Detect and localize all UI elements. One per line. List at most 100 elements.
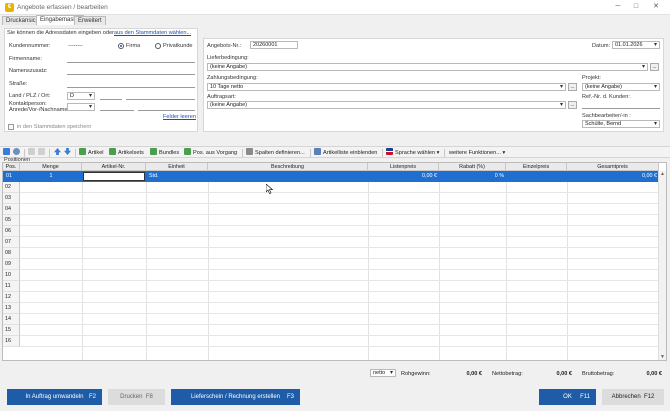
row-1-rabatt[interactable]: 0 % [439,171,504,182]
table-row[interactable]: 16 [3,336,20,347]
nettobetrag-label: Nettobetrag: [492,371,523,377]
abbrechen-button[interactable]: Abbrechen F12 [602,389,664,405]
radio-privatkunde-label: Privatkunde [163,43,193,49]
row-1-einheit[interactable]: Std. [149,171,159,182]
col-header-pos[interactable]: Pos. [3,163,20,171]
row-1-gesamtpreis[interactable]: 0,00 € [567,171,657,182]
table-row[interactable]: 04 [3,204,20,215]
projekt-label: Projekt: [582,75,601,81]
stammdaten-checkbox[interactable] [8,124,14,130]
lieferbedingung-label: Lieferbedingung: [207,55,249,61]
stammdaten-link[interactable]: aus den Stammdaten wählen... [114,30,191,36]
namenszusatz-input[interactable] [67,67,195,75]
land-select[interactable]: D [67,92,95,100]
zahlungsbedingung-label: Zahlungsbedingung: [207,75,258,81]
radio-firma[interactable] [118,43,124,49]
table-row[interactable]: 09 [3,259,20,270]
drucken-button[interactable]: Drucken F8 [108,389,165,405]
ort-input[interactable] [126,92,195,100]
mouse-cursor-icon [266,184,273,194]
angebotsnr-input[interactable]: 20260001 [250,41,298,49]
sachbearbeiter-select[interactable]: Schülte, Bernd [582,120,660,128]
ok-button[interactable]: OK F11 [539,389,596,405]
sachbearbeiter-label: Sachbearbeiter/-in : [582,113,631,119]
lieferbedingung-select[interactable]: (keine Angabe) [207,63,648,71]
close-button[interactable]: ✕ [650,2,662,12]
row-1-pos: 01 [6,173,12,179]
col-header-einzelpreis[interactable]: Einzelpreis [506,163,567,171]
auftragsart-select[interactable]: (keine Angabe) [207,101,566,109]
customer-hint: Sie können die Adressdaten eingeben oder [7,30,114,36]
radio-privatkunde[interactable] [155,43,161,49]
vorgang-icon [184,148,191,155]
felder-leeren-link[interactable]: Felder leeren [163,114,196,120]
lieferschein-rechnung-button[interactable]: Lieferschein / Rechnung erstellen F3 [171,389,300,405]
paste-icon[interactable] [38,148,47,158]
weitere-funktionen-button[interactable]: weitere Funktionen... ▾ [449,148,505,158]
grid-scrollbar[interactable]: ▲ ▼ [658,171,666,360]
sprache-waehlen-button[interactable]: Sprache wählen ▾ [386,148,440,158]
firmenname-input[interactable] [67,55,195,63]
table-row[interactable]: 12 [3,292,20,303]
table-row[interactable]: 14 [3,314,20,325]
refnr-label: Ref.-Nr. d. Kunden: [582,94,630,100]
window-title: Angebote erfassen / bearbeiten [17,4,108,11]
col-header-einheit[interactable]: Einheit [146,163,208,171]
row-1-listenpreis[interactable]: 0,00 € [368,171,437,182]
zahlungsbedingung-more-button[interactable]: ... [568,83,577,91]
table-row[interactable]: 07 [3,237,20,248]
tab-erweitert[interactable]: Erweitert [74,16,106,25]
pos-aus-vorgang-button[interactable]: Pos. aus Vorgang [184,148,237,158]
nettobetrag-value: 0,00 € [556,371,572,377]
col-header-listenpreis[interactable]: Listenpreis [368,163,439,171]
in-auftrag-umwandeln-button[interactable]: In Auftrag umwandeln F2 [7,389,102,405]
table-row[interactable]: 02 [3,182,20,193]
table-row[interactable]: 06 [3,226,20,237]
table-row[interactable]: 08 [3,248,20,259]
artikel-button[interactable]: Artikel [79,148,104,158]
firmenname-label: Firmenname: [9,56,42,62]
auftragsart-label: Auftragsart: [207,94,236,100]
table-row[interactable]: 13 [3,303,20,314]
scroll-down-icon[interactable]: ▼ [660,355,665,360]
artikelsets-button[interactable]: Artikelsets [109,148,144,158]
rohgewinn-label: Rohgewinn: [401,371,431,377]
minimize-button[interactable]: ─ [612,2,624,12]
maximize-button[interactable]: □ [630,2,642,12]
table-row[interactable]: 05 [3,215,20,226]
auftragsart-more-button[interactable]: ... [568,101,577,109]
table-row[interactable]: 15 [3,325,20,336]
netto-brutto-select[interactable]: netto [370,369,396,377]
col-header-beschreibung[interactable]: Beschreibung [208,163,368,171]
col-header-artikelnr[interactable]: Artikel-Nr. [82,163,146,171]
col-header-menge[interactable]: Menge [20,163,82,171]
col-header-gesamtpreis[interactable]: Gesamtpreis [567,163,659,171]
zahlungsbedingung-select[interactable]: 10 Tage netto [207,83,566,91]
refnr-input[interactable] [582,101,660,109]
move-down-icon[interactable] [64,148,73,158]
columns-icon [246,148,253,155]
artikelliste-button[interactable]: Artikelliste einblenden [314,148,377,158]
datum-input[interactable]: 01.01.2026 [612,41,660,49]
strasse-input[interactable] [67,80,195,88]
positions-grid[interactable]: Pos. Menge Artikel-Nr. Einheit Beschreib… [2,162,667,361]
table-row[interactable]: 03 [3,193,20,204]
strasse-label: Straße: [9,81,28,87]
col-header-rabatt[interactable]: Rabatt (%) [439,163,506,171]
nachname-input[interactable] [138,103,195,111]
title-bar: € Angebote erfassen / bearbeiten ─ □ ✕ [0,0,670,15]
plz-input[interactable] [100,92,122,100]
spalten-definieren-button[interactable]: Spalten definieren... [246,148,305,158]
artikelnr-edit-cell[interactable] [83,172,145,181]
flag-icon [386,148,393,155]
anrede-select[interactable] [67,103,95,111]
lieferbedingung-more-button[interactable]: ... [650,63,659,71]
projekt-select[interactable]: (keine Angabe) [582,83,660,91]
scroll-up-icon[interactable]: ▲ [660,172,665,177]
bundles-button[interactable]: Bundles [150,148,179,158]
table-row[interactable]: 10 [3,270,20,281]
vorname-input[interactable] [100,103,134,111]
move-up-icon[interactable] [54,148,63,158]
row-1-menge[interactable]: 1 [20,171,82,182]
table-row[interactable]: 11 [3,281,20,292]
